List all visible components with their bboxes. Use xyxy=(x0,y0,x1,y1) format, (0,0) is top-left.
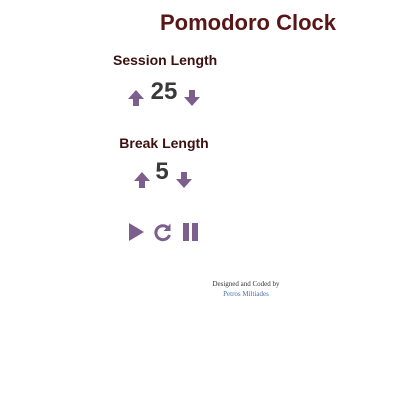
break-length-value: 5 xyxy=(155,158,169,185)
page-title: Pomodoro Clock xyxy=(159,10,336,35)
break-increase-button[interactable] xyxy=(132,170,152,190)
arrow-up-icon xyxy=(134,172,150,188)
credit-text: Designed and Coded by xyxy=(212,280,280,288)
session-length-value: 25 xyxy=(150,78,178,105)
break-decrease-button[interactable] xyxy=(174,170,194,190)
break-length-label: Break Length xyxy=(119,135,209,151)
session-decrease-button[interactable] xyxy=(182,88,202,108)
arrow-down-icon xyxy=(184,90,200,106)
reset-button[interactable] xyxy=(153,222,173,242)
pause-button[interactable] xyxy=(181,222,201,242)
author-link[interactable]: Petros Miltiades xyxy=(196,289,296,299)
session-length-label: Session Length xyxy=(113,52,218,68)
arrow-down-icon xyxy=(176,172,192,188)
play-icon xyxy=(129,223,144,241)
credit: Designed and Coded by Petros Miltiades xyxy=(196,279,296,299)
pause-icon xyxy=(183,223,198,241)
refresh-icon xyxy=(154,223,171,242)
arrow-up-icon xyxy=(128,90,144,106)
play-button[interactable] xyxy=(126,222,146,242)
session-increase-button[interactable] xyxy=(126,88,146,108)
